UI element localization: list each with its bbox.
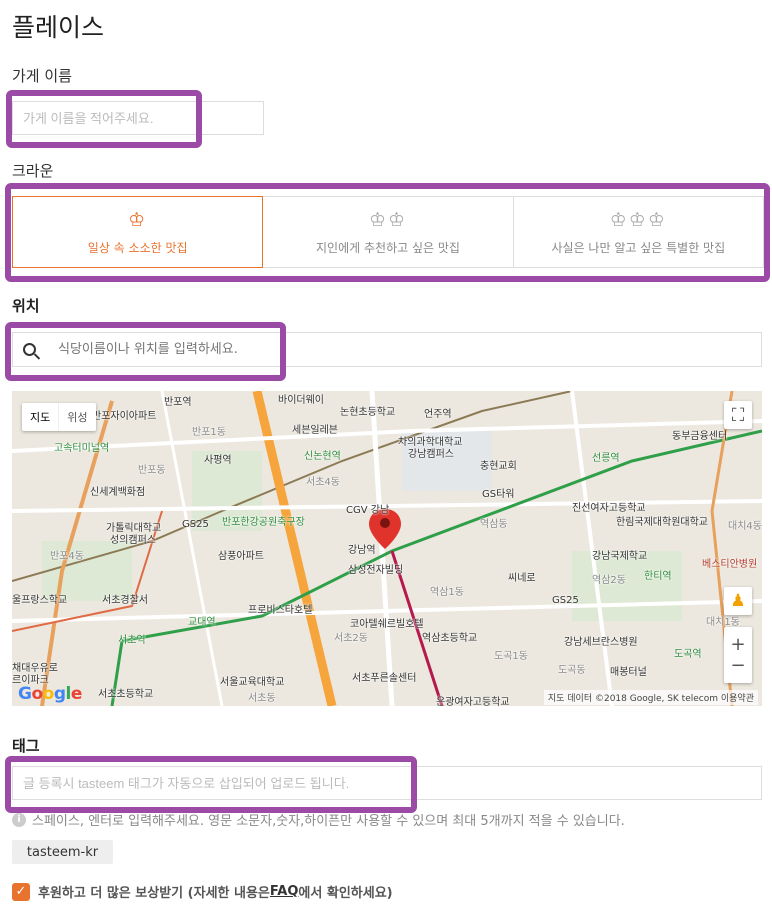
crown-option-label: 지인에게 추천하고 싶은 맛집: [316, 240, 460, 255]
map-label: GS타워: [482, 489, 515, 500]
map-label: 도곡1동: [494, 651, 528, 662]
map-label: 성의캠퍼스: [110, 535, 156, 546]
map-label: CGV 강남: [346, 505, 390, 516]
map-label: 반포1동: [192, 427, 226, 438]
map-label: 한티역: [644, 571, 672, 582]
crown-option-3[interactable]: ♔♔♔ 사실은 나만 알고 싶은 특별한 맛집: [512, 196, 764, 268]
map-label: 반포자이아파트: [92, 411, 157, 422]
reward-text-after: 에서 확인하세요): [298, 886, 393, 901]
map-label: 서초푸른솔센터: [352, 673, 417, 684]
crown-icon: ♔♔: [368, 208, 408, 231]
map-label: 도곡역: [674, 649, 702, 660]
map-label: 동부금융센터: [672, 431, 728, 442]
map-type-satellite[interactable]: 위성: [58, 403, 95, 431]
map-label: 논현초등학교: [340, 407, 396, 418]
map-label: 씨네로: [508, 573, 536, 584]
map-label: 서울교육대학교: [220, 677, 285, 688]
map-label: 서초초등학교: [98, 689, 154, 700]
map-type-map[interactable]: 지도: [22, 403, 58, 431]
map[interactable]: 반포역 바이더웨이 반포자이아파트 논현초등학교 언주역 동부금융센터 고속터미…: [12, 391, 762, 706]
map-label: 반포동: [138, 465, 166, 476]
map-label: 신세계백화점: [90, 487, 146, 498]
map-label: 역삼2동: [592, 575, 626, 586]
info-icon: i: [12, 812, 26, 827]
page-title: 플레이스: [12, 13, 105, 42]
map-roads: [12, 391, 762, 706]
map-label: 세븐일레븐: [292, 425, 338, 436]
checkbox-checked-icon[interactable]: ✓: [12, 882, 30, 901]
map-label: 강남캠퍼스: [408, 449, 454, 460]
fullscreen-icon[interactable]: ⛶: [724, 401, 752, 429]
reward-text-before: 후원하고 더 많은 보상받기 (자세한 내용은: [38, 886, 270, 901]
map-label: 고속터미널역: [54, 443, 110, 454]
map-label: 언주역: [424, 409, 452, 420]
store-name-label: 가게 이름: [12, 67, 72, 85]
store-name-input[interactable]: [12, 101, 264, 135]
map-label: 프로비스타호텔: [248, 605, 313, 616]
map-label: 서초역: [118, 635, 146, 646]
map-label: 서초2동: [334, 633, 368, 644]
map-label: 반포4동: [50, 551, 84, 562]
map-label: 충현교회: [480, 461, 517, 472]
zoom-control: + −: [724, 627, 752, 683]
search-icon: [23, 343, 36, 356]
location-search-field[interactable]: [12, 332, 762, 367]
crown-option-label: 일상 속 소소한 맛집: [87, 240, 188, 255]
map-label: 신논현역: [304, 451, 341, 462]
map-label: 바이더웨이: [278, 395, 324, 406]
map-label: 교대역: [188, 617, 216, 628]
crown-label: 크라운: [12, 162, 54, 180]
map-label: 서초경찰서: [102, 595, 148, 606]
zoom-in-icon[interactable]: +: [730, 634, 745, 655]
map-label: 강남세브란스병원: [564, 637, 638, 648]
map-label: GS25: [552, 595, 579, 606]
reward-option[interactable]: ✓ 후원하고 더 많은 보상받기 (자세한 내용은 FAQ 에서 확인하세요): [12, 882, 393, 901]
crown-icon: ♔♔♔: [609, 208, 667, 231]
map-label: 매봉터널: [610, 667, 647, 678]
map-label: 역삼동: [480, 519, 508, 530]
map-label: 삼성전자빌딩: [348, 565, 404, 576]
location-search-input[interactable]: [56, 341, 660, 358]
map-label: 한림국제대학원대학교: [616, 517, 708, 528]
tag-input[interactable]: [12, 766, 762, 800]
map-label: 반포한강공원축구장: [222, 517, 305, 528]
map-label: 베스티안병원: [702, 559, 758, 570]
zoom-out-icon[interactable]: −: [730, 655, 745, 676]
tag-label: 태그: [12, 737, 40, 755]
map-label: 은광여자고등학교: [436, 697, 510, 706]
map-attribution[interactable]: 지도 데이터 ©2018 Google, SK telecom 이용약관: [543, 690, 758, 705]
google-logo: Google: [18, 684, 82, 704]
map-label: 강남역: [348, 545, 376, 556]
crown-option-label: 사실은 나만 알고 싶은 특별한 맛집: [551, 240, 726, 255]
map-label: 대치4동: [728, 521, 762, 532]
map-label: 역삼초등학교: [422, 633, 478, 644]
map-label: 코아텔쉐르빌호텔: [350, 619, 424, 630]
map-label: 선릉역: [592, 453, 620, 464]
map-label: 반포역: [164, 397, 192, 408]
tag-hint-text: 스페이스, 엔터로 입력해주세요. 영문 소문자,숫자,하이픈만 사용할 수 있…: [32, 814, 625, 829]
crown-options: ♔ 일상 속 소소한 맛집 ♔♔ 지인에게 추천하고 싶은 맛집 ♔♔♔ 사실은…: [12, 196, 764, 268]
street-view-pegman-icon[interactable]: ♟: [724, 587, 752, 615]
map-label: 서초4동: [306, 477, 340, 488]
crown-option-1[interactable]: ♔ 일상 속 소소한 맛집: [12, 196, 264, 268]
tag-hint: i 스페이스, 엔터로 입력해주세요. 영문 소문자,숫자,하이픈만 사용할 수…: [12, 810, 625, 829]
tag-chip[interactable]: tasteem-kr: [12, 840, 113, 864]
map-label: 서초동: [248, 693, 276, 704]
map-label: 역삼1동: [430, 587, 464, 598]
map-label: 진선여자고등학교: [572, 503, 646, 514]
crown-icon: ♔: [128, 208, 148, 231]
map-label: GS25: [182, 519, 209, 530]
map-type-control: 지도 위성: [22, 403, 96, 431]
location-label: 위치: [12, 297, 40, 315]
map-label: 삼풍아파트: [218, 551, 264, 562]
map-label: 강남국제학교: [592, 551, 648, 562]
faq-link[interactable]: FAQ: [270, 884, 299, 899]
map-label: 도곡동: [558, 665, 586, 676]
map-label: 대치1동: [706, 617, 740, 628]
crown-option-2[interactable]: ♔♔ 지인에게 추천하고 싶은 맛집: [262, 196, 514, 268]
map-label: 울프랑스학교: [12, 595, 68, 606]
map-label: 사평역: [204, 455, 232, 466]
